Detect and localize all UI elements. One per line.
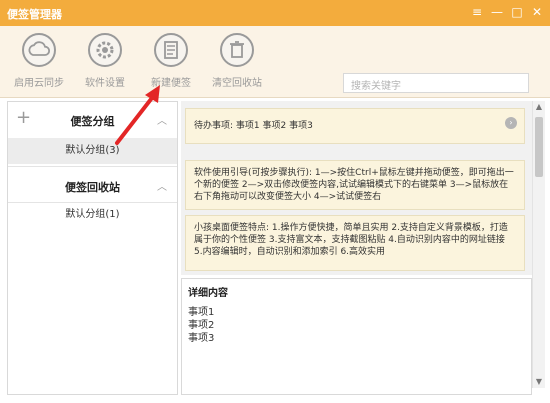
search-input[interactable]: 搜索关键字 <box>343 73 529 93</box>
note-card[interactable]: 待办事项: 事项1 事项2 事项3 › <box>185 108 525 144</box>
new-note-label: 新建便签 <box>151 78 191 89</box>
note-card[interactable]: 软件使用引导(可按步骤执行): 1—>按住Ctrl+鼠标左键并拖动便签，即可拖出… <box>185 160 525 210</box>
cloud-sync-button[interactable]: 启用云同步 <box>4 33 74 89</box>
groups-title: 便签分组 <box>70 115 115 128</box>
detail-title: 详细内容 <box>188 288 228 299</box>
groups-header: + 便签分组 ︿ <box>8 102 177 136</box>
empty-recycle-label: 清空回收站 <box>212 78 262 89</box>
empty-recycle-button[interactable]: 清空回收站 <box>202 33 272 89</box>
window-title: 便签管理器 <box>7 8 62 21</box>
menu-icon[interactable]: ≡ <box>470 4 484 20</box>
detail-panel[interactable]: 详细内容 事项1 事项2 事项3 <box>181 278 532 395</box>
title-bar: 便签管理器 ≡ — □ ✕ <box>0 0 550 26</box>
notes-scrollbar[interactable]: ▲ ▼ <box>532 101 545 388</box>
settings-button[interactable]: 软件设置 <box>70 33 140 89</box>
close-icon[interactable]: ✕ <box>530 4 544 20</box>
cloud-sync-label: 启用云同步 <box>14 78 64 89</box>
maximize-icon[interactable]: □ <box>510 4 524 20</box>
settings-label: 软件设置 <box>85 78 125 89</box>
scroll-thumb[interactable] <box>535 117 543 177</box>
chevron-up-icon[interactable]: ︿ <box>157 112 167 127</box>
scroll-down-icon[interactable]: ▼ <box>533 376 545 388</box>
note-text: 软件使用引导(可按步骤执行): 1—>按住Ctrl+鼠标左键并拖动便签，即可拖出… <box>194 168 514 202</box>
detail-line: 事项3 <box>188 333 215 344</box>
note-text: 小孩桌面便签特点: 1.操作方便快捷，简单且实用 2.支持自定义背景模板，打造属… <box>194 223 508 257</box>
new-note-button[interactable]: 新建便签 <box>136 33 206 89</box>
cloud-icon <box>22 33 56 67</box>
note-text: 待办事项: 事项1 事项2 事项3 <box>194 121 313 131</box>
new-note-icon <box>154 33 188 67</box>
recycle-title: 便签回收站 <box>65 181 120 194</box>
sidebar: + 便签分组 ︿ 默认分组(3) 便签回收站 ︿ 默认分组(1) <box>7 101 178 395</box>
trash-icon <box>220 33 254 67</box>
recycle-header: 便签回收站 ︿ <box>8 168 177 202</box>
arrow-right-icon[interactable]: › <box>505 117 517 129</box>
chevron-up-icon[interactable]: ︿ <box>157 178 167 193</box>
scroll-up-icon[interactable]: ▲ <box>533 101 545 113</box>
toolbar: 启用云同步 软件设置 新建便签 清空回收站 搜索关键字 <box>0 26 550 98</box>
divider <box>8 166 177 167</box>
recycle-item-default[interactable]: 默认分组(1) <box>8 202 177 228</box>
gear-icon <box>88 33 122 67</box>
minimize-icon[interactable]: — <box>490 4 504 20</box>
note-card[interactable]: 小孩桌面便签特点: 1.操作方便快捷，简单且实用 2.支持自定义背景模板，打造属… <box>185 215 525 271</box>
window-controls: ≡ — □ ✕ <box>470 4 544 20</box>
group-item-default[interactable]: 默认分组(3) <box>8 138 177 164</box>
notes-list: 待办事项: 事项1 事项2 事项3 › 软件使用引导(可按步骤执行): 1—>按… <box>181 101 532 275</box>
